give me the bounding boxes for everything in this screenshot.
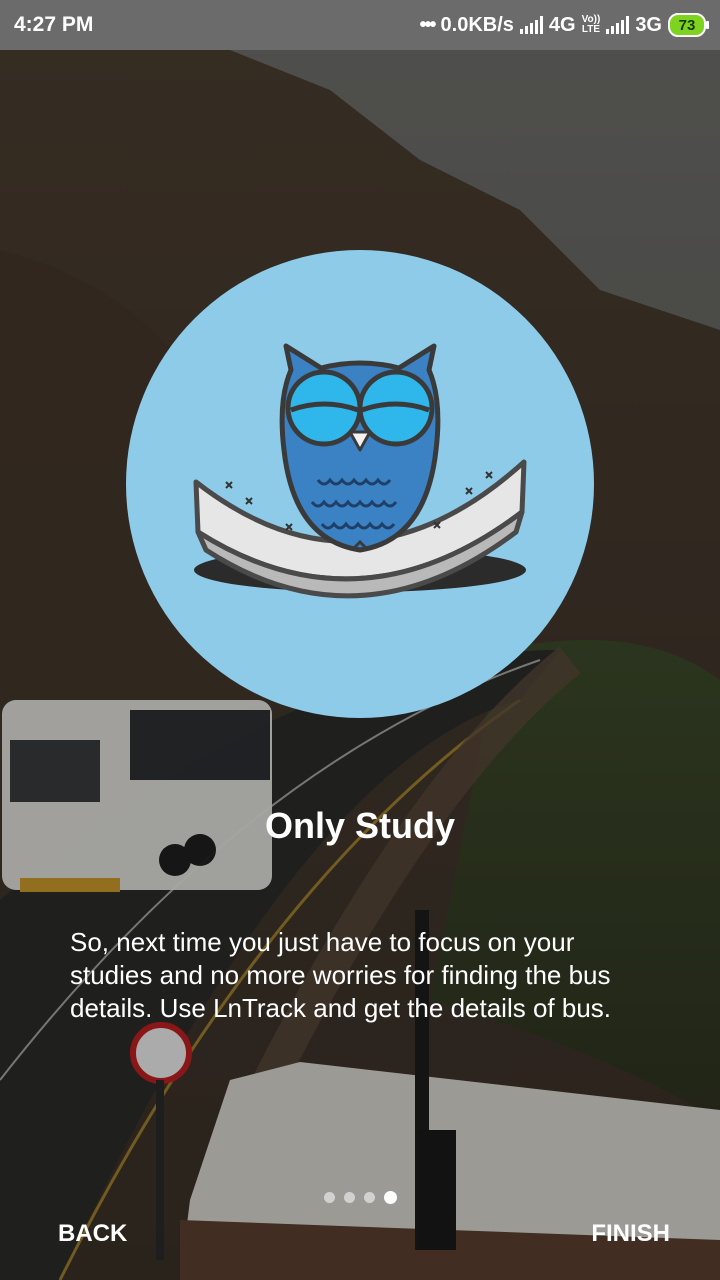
network-type-1: 4G — [548, 13, 576, 36]
signal-icon-2 — [606, 16, 630, 34]
back-button[interactable]: BACK — [58, 1216, 127, 1252]
network-type-2: 3G — [635, 13, 662, 36]
status-indicators: ••• 0.0KB/s 4G Vo)) LTE 3G 73 — [419, 13, 709, 37]
network-speed: 0.0KB/s — [440, 13, 514, 36]
sleeping-owl-icon — [193, 343, 527, 599]
page-dot[interactable] — [343, 1192, 355, 1203]
slide-title: Only Study — [264, 805, 456, 846]
finish-button[interactable]: FINISH — [591, 1216, 670, 1252]
page-dot[interactable] — [323, 1192, 335, 1203]
notification-dots: ••• — [419, 13, 437, 36]
battery-icon: 73 — [668, 13, 709, 37]
volte-icon: Vo)) LTE — [582, 15, 601, 35]
signal-icon — [519, 16, 543, 34]
page-dot[interactable] — [363, 1192, 375, 1203]
volte-bottom: LTE — [581, 24, 601, 35]
status-bar: 4:27 PM ••• 0.0KB/s 4G Vo)) LTE 3G 73 — [0, 0, 720, 50]
status-time: 4:27 PM — [14, 13, 94, 36]
illustration-circle — [126, 250, 594, 718]
slide-description: So, next time you just have to focus on … — [70, 927, 612, 1023]
page-indicator — [0, 1191, 720, 1204]
page-dot-active[interactable] — [383, 1191, 397, 1204]
